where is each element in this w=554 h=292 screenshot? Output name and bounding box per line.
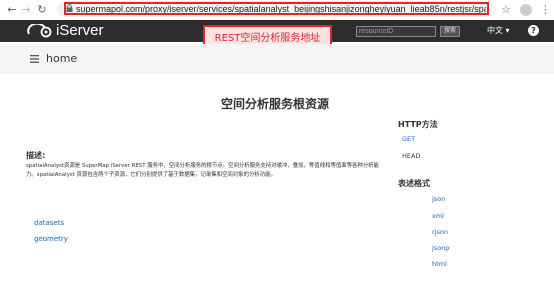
link-geometry[interactable]: geometry xyxy=(34,234,68,245)
description-text: spatialAnalyst资源是 SuperMap iServer REST … xyxy=(26,163,379,178)
browser-menu-icon[interactable]: ⋮ xyxy=(540,3,551,17)
format-html-link[interactable]: html xyxy=(432,259,447,269)
method-get-link[interactable]: GET xyxy=(402,134,415,144)
app-logo-text: iServer xyxy=(56,22,104,39)
format-json-link[interactable]: json xyxy=(432,194,445,204)
resource-id-search-input[interactable] xyxy=(356,26,436,37)
reload-icon[interactable]: ↻ xyxy=(35,3,49,17)
description-heading: 描述: xyxy=(26,151,46,160)
format-jsonp-link[interactable]: jsonp xyxy=(432,243,449,253)
breadcrumb-bar xyxy=(0,44,554,74)
format-rjson-link[interactable]: rjson xyxy=(432,227,448,237)
back-arrow-icon[interactable]: ← xyxy=(5,3,19,17)
method-head-label: HEAD xyxy=(402,152,421,160)
forward-arrow-icon[interactable]: → xyxy=(19,3,33,17)
help-icon[interactable]: ? xyxy=(528,25,539,36)
supermap-logo-icon xyxy=(27,24,52,38)
formats-heading: 表述格式 xyxy=(398,179,430,188)
link-datasets[interactable]: datasets xyxy=(34,218,64,229)
http-methods-heading: HTTP方法 xyxy=(398,120,438,129)
profile-avatar-icon[interactable] xyxy=(520,4,532,16)
page-title: 空间分析服务根资源 xyxy=(220,97,329,111)
format-xml-link[interactable]: xml xyxy=(432,211,444,221)
bookmark-star-icon[interactable]: ☆ xyxy=(501,3,511,17)
breadcrumb-home[interactable]: home xyxy=(46,51,77,67)
list-icon xyxy=(30,55,39,63)
search-button[interactable]: 搜索 xyxy=(440,26,460,37)
url-highlight-box xyxy=(64,2,489,15)
language-selector[interactable]: 中文 ▾ xyxy=(487,25,510,37)
